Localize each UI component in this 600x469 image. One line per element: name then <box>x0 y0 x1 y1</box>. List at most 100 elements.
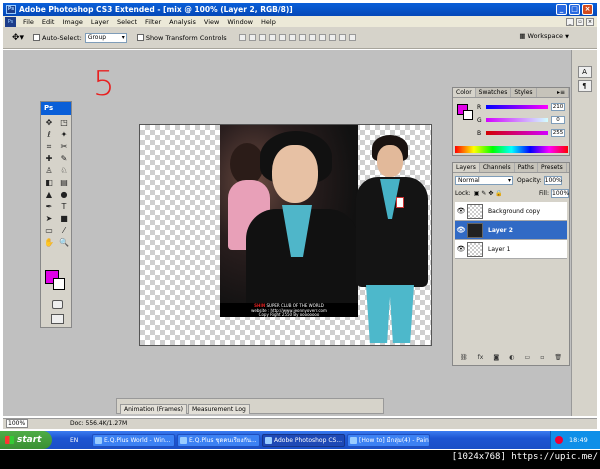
path-selection-tool-icon[interactable]: ➤ <box>42 213 56 224</box>
clone-stamp-tool-icon[interactable]: ♙ <box>42 165 56 176</box>
menu-layer[interactable]: Layer <box>87 18 113 26</box>
tab-channels[interactable]: Channels <box>480 163 515 172</box>
marquee-tool-icon[interactable]: ◳ <box>57 117 71 128</box>
visibility-eye-icon[interactable]: 👁 <box>455 207 467 215</box>
tab-animation-frames[interactable]: Animation (Frames) <box>120 404 187 414</box>
slice-tool-icon[interactable]: ✂ <box>57 141 71 152</box>
layer-row-background-copy[interactable]: 👁 Background copy <box>455 202 567 221</box>
adjustment-layer-icon[interactable]: ◐ <box>509 354 514 362</box>
healing-brush-tool-icon[interactable]: ✚ <box>42 153 56 164</box>
doc-minimize-button[interactable]: _ <box>566 17 574 26</box>
menu-edit[interactable]: Edit <box>38 18 59 26</box>
menu-select[interactable]: Select <box>113 18 141 26</box>
tab-styles[interactable]: Styles <box>511 88 537 97</box>
language-indicator[interactable]: EN <box>70 437 90 444</box>
taskbar-item-eqplus-world[interactable]: E.Q.Plus World - Win... <box>92 433 175 447</box>
align-top-icon[interactable] <box>238 34 246 41</box>
move-tool-icon[interactable]: ✥ <box>42 117 56 128</box>
delete-layer-icon[interactable]: 🗑 <box>554 354 562 362</box>
taskbar-item-eqplus-2[interactable]: E.Q.Plus ชุดคนเรียงกัน... <box>177 433 260 447</box>
doc-restore-button[interactable]: ▫ <box>576 17 584 26</box>
layer-style-icon[interactable]: fx <box>478 354 484 362</box>
brush-tool-icon[interactable]: ✎ <box>57 153 71 164</box>
fill-input[interactable]: 100% <box>551 188 569 198</box>
panel-menu-icon[interactable]: ▸≡ <box>554 88 569 97</box>
distribute-top-icon[interactable] <box>298 34 306 41</box>
toolbox-header[interactable]: Ps <box>41 102 71 115</box>
new-layer-icon[interactable]: ▫ <box>540 354 544 362</box>
menu-view[interactable]: View <box>200 18 223 26</box>
tab-paths[interactable]: Paths <box>515 163 538 172</box>
new-group-icon[interactable]: ▭ <box>525 354 531 362</box>
auto-select-dropdown[interactable]: Group <box>84 32 127 43</box>
character-panel-icon[interactable]: A <box>577 66 592 78</box>
doc-size-info[interactable]: Doc: 556.4K/1.27M <box>70 419 127 429</box>
menu-window[interactable]: Window <box>223 18 257 26</box>
workspace-button[interactable]: ▦ Workspace ▼ <box>519 32 569 40</box>
channel-b-slider[interactable] <box>486 131 548 135</box>
menu-help[interactable]: Help <box>257 18 280 26</box>
channel-r-slider[interactable] <box>486 105 548 109</box>
zoom-tool-icon[interactable]: 🔍 <box>57 237 71 248</box>
add-mask-icon[interactable]: ◙ <box>493 354 499 362</box>
taskbar-item-photoshop[interactable]: Adobe Photoshop CS... <box>262 433 345 447</box>
channel-g-slider[interactable] <box>486 118 548 122</box>
panel-background-swatch[interactable] <box>463 110 473 120</box>
menu-analysis[interactable]: Analysis <box>165 18 200 26</box>
gradient-tool-icon[interactable]: ▤ <box>57 177 71 188</box>
layer-row-layer-1[interactable]: 👁 Layer 1 <box>455 240 567 259</box>
move-tool-preset-icon[interactable]: ✥▾ <box>9 31 27 45</box>
opacity-input[interactable]: 100% <box>543 175 562 185</box>
distribute-vcenter-icon[interactable] <box>308 34 316 41</box>
zoom-field[interactable]: 100% <box>6 419 28 428</box>
blend-mode-dropdown[interactable]: Normal <box>455 175 513 185</box>
visibility-eye-icon[interactable]: 👁 <box>455 226 467 234</box>
minimize-button[interactable]: _ <box>556 4 567 15</box>
distribute-hcenter-icon[interactable] <box>338 34 346 41</box>
align-left-icon[interactable] <box>268 34 276 41</box>
dodge-tool-icon[interactable]: ● <box>57 189 71 200</box>
layer-row-layer-2[interactable]: 👁 Layer 2 <box>455 221 567 240</box>
blur-tool-icon[interactable]: ▲ <box>42 189 56 200</box>
distribute-bottom-icon[interactable] <box>318 34 326 41</box>
taskbar-item-paint[interactable]: [How to] มีกลุ่ม(4) - Paint <box>347 433 430 447</box>
ps-logo-icon[interactable]: Ps <box>5 16 16 27</box>
channel-b-value[interactable]: 255 <box>551 129 565 137</box>
paragraph-panel-icon[interactable]: ¶ <box>577 80 592 92</box>
tab-swatches[interactable]: Swatches <box>476 88 512 97</box>
crop-tool-icon[interactable]: ⌗ <box>42 141 56 152</box>
distribute-right-icon[interactable] <box>348 34 356 41</box>
align-vcenter-icon[interactable] <box>248 34 256 41</box>
quick-mask-button[interactable] <box>52 300 63 309</box>
background-color-swatch[interactable] <box>53 278 65 290</box>
menu-file[interactable]: File <box>19 18 38 26</box>
menu-filter[interactable]: Filter <box>141 18 165 26</box>
eraser-tool-icon[interactable]: ◧ <box>42 177 56 188</box>
start-button[interactable]: start <box>0 431 52 449</box>
tab-presets[interactable]: Presets <box>538 163 567 172</box>
color-spectrum-ramp[interactable] <box>455 146 568 153</box>
magic-wand-tool-icon[interactable]: ✦ <box>57 129 71 140</box>
notes-tool-icon[interactable]: ▭ <box>42 225 56 236</box>
pen-tool-icon[interactable]: ✒ <box>42 201 56 212</box>
link-layers-icon[interactable]: ⛓ <box>460 354 468 362</box>
eyedropper-tool-icon[interactable]: ⁄ <box>57 225 71 236</box>
lock-icons[interactable]: ▣✎✥🔒 <box>474 190 505 197</box>
show-transform-checkbox[interactable] <box>136 34 146 42</box>
lasso-tool-icon[interactable]: ℓ <box>42 129 56 140</box>
align-right-icon[interactable] <box>288 34 296 41</box>
history-brush-tool-icon[interactable]: ♘ <box>57 165 71 176</box>
screen-mode-button[interactable] <box>51 314 64 324</box>
tab-color[interactable]: Color <box>453 88 476 97</box>
doc-close-button[interactable]: × <box>586 17 594 26</box>
shape-tool-icon[interactable]: ■ <box>57 213 71 224</box>
tab-layers[interactable]: Layers <box>453 163 480 172</box>
type-tool-icon[interactable]: T <box>57 201 71 212</box>
hand-tool-icon[interactable]: ✋ <box>42 237 56 248</box>
align-bottom-icon[interactable] <box>258 34 266 41</box>
auto-select-checkbox[interactable] <box>33 34 42 42</box>
tab-measurement-log[interactable]: Measurement Log <box>188 404 250 414</box>
maximize-button[interactable]: □ <box>569 4 580 15</box>
channel-r-value[interactable]: 210 <box>551 103 565 111</box>
close-button[interactable]: × <box>582 4 593 15</box>
